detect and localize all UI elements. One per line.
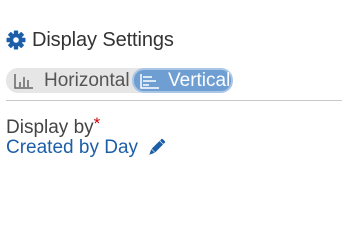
vertical-option-label: Vertical: [168, 69, 231, 91]
horizontal-option[interactable]: Horizontal: [6, 68, 132, 93]
bar-chart-icon: [14, 73, 33, 89]
pencil-icon[interactable]: [146, 138, 166, 158]
divider: [6, 100, 342, 101]
vertical-option[interactable]: Vertical: [132, 68, 233, 93]
display-by-label: Display by*: [6, 114, 100, 139]
page-title: Display Settings: [32, 28, 174, 51]
horizontal-bars-icon: [140, 73, 159, 89]
gear-icon: [6, 30, 26, 50]
display-by-label-text: Display by: [6, 117, 94, 138]
orientation-toggle: Horizontal Vertical: [6, 68, 233, 93]
display-by-value-text[interactable]: Created by Day: [6, 137, 138, 159]
horizontal-option-label: Horizontal: [44, 69, 130, 91]
display-settings-header: Display Settings: [6, 28, 174, 52]
display-by-value[interactable]: Created by Day: [6, 137, 166, 159]
required-marker: *: [93, 114, 101, 133]
